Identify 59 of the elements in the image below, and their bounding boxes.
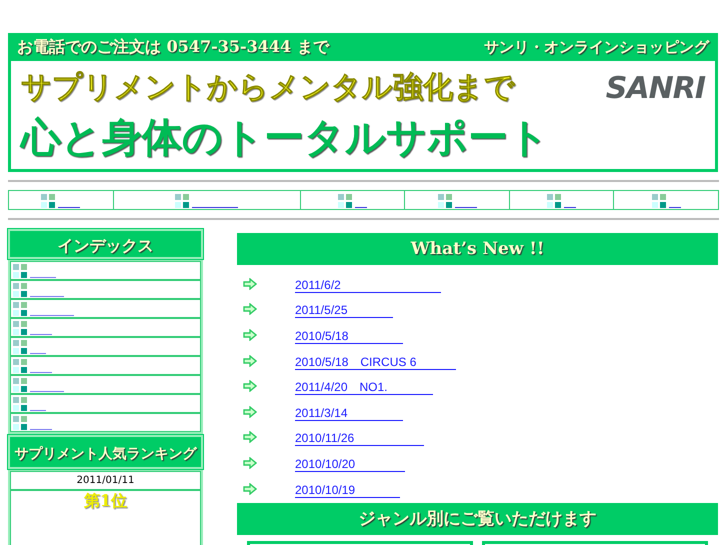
arrow-icon [243,303,257,316]
news-link[interactable]: 2011/4/20 NO1. [295,381,433,396]
squares-icon [13,283,27,297]
squares-icon [13,321,27,335]
logo: SANRI [606,71,705,106]
phone-order-text: お電話でのご注文は 0547-35-3444 まで [17,36,329,58]
index-heading: インデックス [8,229,203,259]
squares-icon [438,194,452,208]
arrow-icon [243,278,257,290]
squares-icon [13,359,27,373]
arrow-icon [243,406,257,418]
nav-link[interactable] [355,206,368,208]
index-link[interactable] [30,371,52,373]
nav-link[interactable] [454,206,477,208]
arrow-icon [243,482,257,495]
squares-icon [338,194,352,208]
ranking-date: 2011/01/11 [10,471,201,490]
nav-link[interactable] [564,206,576,208]
news-link[interactable]: 2011/6/2 [295,278,441,293]
index-link[interactable] [30,314,74,316]
index-link[interactable] [30,352,46,354]
index-link[interactable] [30,276,56,278]
index-link[interactable] [30,295,64,297]
squares-icon [13,302,27,316]
squares-icon [41,194,56,208]
genre-heading: ジャンル別にご覧いただけます [237,503,718,536]
nav-link[interactable] [192,206,238,208]
arrow-icon [243,328,257,341]
nav-link[interactable] [668,206,681,208]
index-link[interactable] [30,409,46,411]
whats-new-heading: What’s New !! [237,233,718,265]
news-link[interactable]: 2010/11/26 [295,432,424,446]
squares-icon [13,340,27,354]
squares-icon [13,416,27,430]
index-link[interactable] [30,333,52,335]
news-link[interactable]: 2011/3/14 [295,406,402,421]
news-link[interactable]: 2010/5/18 CIRCUS 6 [295,356,456,370]
arrow-icon [243,431,257,444]
squares-icon [13,378,27,392]
tagline: サプリメントからメンタル強化まで [21,69,516,107]
squares-icon [13,264,27,278]
squares-icon [13,397,27,411]
news-link[interactable]: 2010/10/19 [295,484,400,498]
rank-label: 第1位 [84,491,128,510]
shop-name: サンリ・オンラインショッピング [484,38,709,56]
ranking-heading: サプリメント人気ランキング [8,435,203,469]
news-link[interactable]: 2010/5/18 [295,330,404,344]
squares-icon [547,194,562,208]
nav-link[interactable] [58,206,80,208]
news-link[interactable]: 2010/10/20 [295,458,406,472]
index-link[interactable] [30,390,64,392]
arrow-icon [243,380,257,392]
index-link[interactable] [30,428,52,430]
arrow-icon [243,456,257,469]
news-link[interactable]: 2011/5/25 [295,304,392,318]
arrow-icon [243,354,257,367]
squares-icon [175,194,190,208]
headline: 心と身体のトータルサポート [21,114,549,163]
squares-icon [652,194,666,208]
